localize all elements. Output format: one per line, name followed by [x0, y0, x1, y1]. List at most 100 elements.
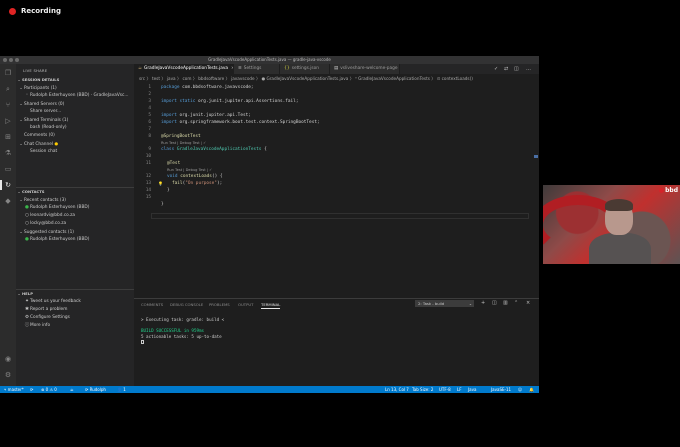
minimap-error-marker — [534, 155, 538, 158]
help-item-report[interactable]: ✱Report a problem — [16, 306, 134, 314]
tab-problems[interactable]: PROBLEMS — [209, 302, 230, 307]
help-item-tweet[interactable]: ✦Tweet us your feedback — [16, 298, 134, 306]
share-server-item[interactable]: Share server... — [16, 108, 134, 116]
participants-group[interactable]: ⌄Participants (1) — [16, 84, 134, 92]
split-editor-icon[interactable]: ◫ — [514, 64, 519, 74]
test-icon[interactable]: ⚗ — [3, 148, 13, 158]
settings-gear-icon[interactable]: ⚙ — [3, 370, 13, 380]
bash-terminal-item[interactable]: bash (Read-only) — [16, 124, 134, 132]
bottom-panel: COMMENTS DEBUG CONSOLE PROBLEMS OUTPUT T… — [134, 298, 539, 386]
contacts-header[interactable]: ⌄CONTACTS — [16, 188, 134, 196]
gitlens-icon[interactable]: ◆ — [3, 196, 13, 206]
shared-servers-group[interactable]: ⌄Shared Servers (0) — [16, 100, 134, 108]
cursor-position[interactable]: Ln 13, Col 7 — [385, 386, 409, 393]
code-lens-class[interactable]: Run Test | Debug Test | ✓ — [161, 141, 206, 146]
suggested-contacts-group[interactable]: ⌄Suggested contacts (1) — [16, 228, 134, 236]
code-lens-method[interactable]: Run Test | Debug Test | ✓ — [167, 168, 212, 173]
code-line: 3 import static org.junit.jupiter.api.Ass… — [148, 99, 299, 104]
tab-size[interactable]: Tab Size: 2 — [412, 386, 433, 393]
tab-test-file[interactable]: ☕GradleJavaVscodeApplicationTests.java× — [134, 64, 234, 74]
sidebar-title: LIVE SHARE — [23, 68, 48, 73]
webcam-feed: bbd — [543, 185, 680, 264]
participant-item[interactable]: ◦ Rudolph Esterhuysen (BBD) · GradleJavaV… — [16, 92, 134, 100]
participants-count[interactable]: 👤 1 — [117, 386, 126, 393]
terminal-cursor — [141, 339, 144, 345]
files-icon[interactable]: ❐ — [3, 68, 13, 78]
recent-contacts-group[interactable]: ⌄Recent contacts (3) — [16, 196, 134, 204]
language-mode[interactable]: Java — [468, 386, 476, 393]
comments-item[interactable]: Comments (0) — [16, 132, 134, 140]
notifications-icon[interactable]: 🔔 — [529, 386, 534, 393]
help-header[interactable]: ⌄HELP — [16, 290, 134, 298]
tab-output[interactable]: OUTPUT — [238, 302, 253, 307]
minimap[interactable] — [532, 85, 539, 290]
terminal-output[interactable]: > Executing task: gradle: build < BUILD … — [141, 317, 531, 345]
live-share-sidebar: LIVE SHARE ⌄SESSION DETAILS ⌄Participant… — [16, 64, 134, 386]
more-actions-icon[interactable]: … — [526, 64, 531, 74]
editor-tabs: ☕GradleJavaVscodeApplicationTests.java× … — [134, 64, 539, 74]
breadcrumb[interactable]: src 〉 test 〉 java 〉 com 〉 bbdsoftware 〉 … — [139, 76, 473, 82]
recording-indicator: Recording — [9, 7, 61, 15]
tab-debug-console[interactable]: DEBUG CONSOLE — [170, 302, 203, 307]
presenter-hair — [605, 199, 633, 211]
maximize-panel-icon[interactable]: ⌃ — [514, 300, 518, 306]
problems-indicator[interactable]: ⊗ 0 ⚠ 0 — [41, 386, 57, 393]
tab-terminal[interactable]: TERMINAL — [261, 302, 281, 309]
account-icon[interactable]: ◉ — [3, 354, 13, 364]
run-debug-icon[interactable]: ▷ — [3, 116, 13, 126]
feedback-icon[interactable]: ☺ — [518, 386, 522, 393]
contact-item[interactable]: ○locky@bbd.co.za — [16, 220, 134, 228]
terminal-select[interactable]: 2: Task - build ⌄ — [415, 300, 474, 307]
sync-icon[interactable]: ⟳ — [30, 386, 33, 393]
line-ending[interactable]: LF — [457, 386, 462, 393]
java-file-icon: ☕ — [138, 66, 143, 71]
code-line: 8 @SpringBootTest — [148, 134, 201, 139]
code-line: 2 — [148, 92, 151, 97]
branch-indicator[interactable]: ⑂ master* — [4, 386, 24, 393]
recording-label: Recording — [21, 7, 61, 15]
encoding[interactable]: UTF-8 — [439, 386, 451, 393]
open-changes-icon[interactable]: ⇄ — [504, 64, 508, 74]
contact-item[interactable]: ○leonardvi@bbd.co.za — [16, 212, 134, 220]
current-line-highlight — [151, 213, 529, 219]
activity-bar: ❐ ⌕ ⑂ ▷ ⊞ ⚗ ▭ ↻ ◆ ◉ ⚙ — [0, 64, 16, 386]
code-line: 14} — [145, 188, 170, 193]
split-terminal-icon[interactable]: ◫ — [492, 300, 497, 306]
live-share-user[interactable]: ⟳ Rudolph — [85, 386, 106, 393]
code-line: } — [161, 202, 164, 207]
code-line: 10 — [145, 154, 151, 159]
session-details-header[interactable]: ⌄SESSION DETAILS — [16, 76, 134, 84]
code-editor[interactable]: 1 package com.bbdsoftware.javavscode; 2 3… — [134, 85, 529, 290]
tab-settings[interactable]: ≡ Settings — [234, 64, 280, 74]
title-bar: GradleJavaVscodeApplicationTests.java — … — [0, 56, 539, 64]
close-panel-icon[interactable]: × — [526, 300, 530, 306]
trash-icon[interactable]: ▥ — [503, 300, 508, 306]
search-icon[interactable]: ⌕ — [3, 84, 13, 94]
tab-settings-json[interactable]: {} settings.json — [280, 64, 330, 74]
json-file-icon: {} — [284, 66, 290, 71]
tab-welcome-page[interactable]: ▤ vsliveshare-welcome-page — [330, 64, 400, 74]
remote-explorer-icon[interactable]: ▭ — [3, 164, 13, 174]
contact-item[interactable]: ●Rudolph Esterhuysen (BBD) — [16, 204, 134, 212]
code-line: 9 class GradleJavaVscodeApplicationTests … — [148, 147, 267, 152]
jdk-version[interactable]: JavaSE-11 — [491, 386, 511, 393]
java-status-icon[interactable]: ☕ — [70, 386, 74, 393]
editor-area: ☕GradleJavaVscodeApplicationTests.java× … — [134, 64, 539, 386]
help-item-settings[interactable]: ⚙Configure Settings — [16, 314, 134, 322]
code-line: 6 import org.springframework.boot.test.co… — [148, 120, 320, 125]
help-item-more-info[interactable]: ⓘMore info — [16, 322, 134, 330]
tab-comments[interactable]: COMMENTS — [141, 302, 163, 307]
add-terminal-icon[interactable]: + — [481, 300, 485, 306]
live-share-icon[interactable]: ↻ — [0, 180, 13, 190]
chevron-down-icon: ⌄ — [468, 301, 472, 306]
session-chat-item[interactable]: Session chat — [16, 148, 134, 156]
lightbulb-icon[interactable]: 💡 — [158, 181, 163, 186]
source-control-icon[interactable]: ⑂ — [3, 100, 13, 110]
shared-terminals-group[interactable]: ⌄Shared Terminals (1) — [16, 116, 134, 124]
extensions-icon[interactable]: ⊞ — [3, 132, 13, 142]
run-icon[interactable]: ✓ — [494, 64, 498, 74]
code-line: 15 — [145, 195, 151, 200]
recording-dot-icon — [9, 7, 16, 15]
chat-channel-group[interactable]: ⌄Chat Channel ● — [16, 140, 134, 148]
contact-item[interactable]: ●Rudolph Esterhuysen (BBD) — [16, 236, 134, 244]
